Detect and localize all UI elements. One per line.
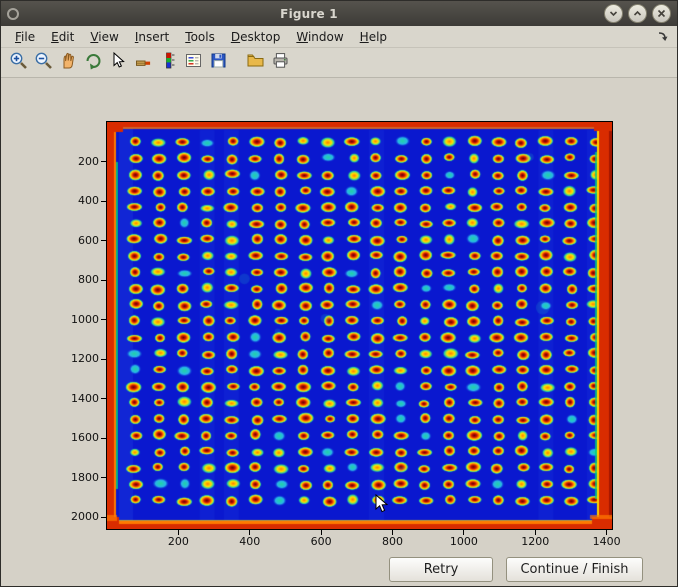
menu-tools[interactable]: Tools [177,27,223,47]
menu-insert[interactable]: Insert [127,27,177,47]
y-tick-label: 1400 [53,392,99,405]
brush-button[interactable] [131,50,156,76]
open-folder-icon [246,51,265,74]
brush-icon [134,51,153,74]
x-tick-label: 1000 [442,535,486,548]
y-tick-mark [101,201,106,202]
rotate-3d-icon [84,51,103,74]
pan-hand-icon [59,51,78,74]
open-folder-button[interactable] [243,50,268,76]
y-tick-label: 600 [53,234,99,247]
zoom-in-icon [9,51,28,74]
window-menu-icon[interactable] [7,8,19,20]
figure-canvas-area: 200 400 600 800 1000 1200 1400 1600 1800 2000 200 4… [1,78,677,587]
axes-plot: 2004006008001000120014001600180020002004… [106,121,613,530]
y-tick-mark [101,319,106,320]
x-tick-label: 1200 [513,535,557,548]
window-title: Figure 1 [19,7,599,21]
x-tick-label: 600 [299,535,343,548]
retry-button[interactable]: Retry [389,557,493,582]
menu-view[interactable]: View [82,27,126,47]
y-tick-mark [101,280,106,281]
y-tick-label: 800 [53,273,99,286]
chevron-down-icon [609,9,618,18]
menu-file[interactable]: File [7,27,43,47]
rotate-3d-button[interactable] [81,50,106,76]
print-icon [271,51,290,74]
y-tick-label: 400 [53,194,99,207]
x-tick-label: 1400 [585,535,629,548]
continue-finish-button[interactable]: Continue / Finish [506,557,643,582]
y-tick-mark [101,161,106,162]
y-tick-mark [101,477,106,478]
zoom-out-button[interactable] [31,50,56,76]
menu-help[interactable]: Help [352,27,395,47]
chevron-up-icon [633,9,642,18]
data-cursor-button[interactable] [106,50,131,76]
zoom-out-icon [34,51,53,74]
data-cursor-icon [109,51,128,74]
colorbar-button[interactable] [156,50,181,76]
legend-icon [184,51,203,74]
y-tick-label: 1000 [53,313,99,326]
figure-toolbar [1,48,677,78]
y-tick-mark [101,398,106,399]
y-tick-mark [101,517,106,518]
print-button[interactable] [268,50,293,76]
figure-window: Figure 1 FileEditViewInsertToolsDesktopW… [0,0,678,587]
save-button[interactable] [206,50,231,76]
menu-desktop[interactable]: Desktop [223,27,289,47]
x-tick-label: 400 [228,535,272,548]
shade-button[interactable] [604,4,623,23]
close-button[interactable] [652,4,671,23]
y-tick-label: 1200 [53,352,99,365]
menubar: FileEditViewInsertToolsDesktopWindowHelp [1,26,677,48]
microarray-canvas[interactable] [107,122,612,529]
zoom-in-button[interactable] [6,50,31,76]
colorbar-icon [159,51,178,74]
x-tick-label: 200 [156,535,200,548]
legend-button[interactable] [181,50,206,76]
y-tick-label: 2000 [53,510,99,523]
y-tick-label: 1600 [53,431,99,444]
pan-hand-button[interactable] [56,50,81,76]
y-tick-label: 1800 [53,471,99,484]
y-tick-label: 200 [53,155,99,168]
close-icon [657,9,666,18]
y-tick-mark [101,359,106,360]
y-tick-mark [101,438,106,439]
save-icon [209,51,228,74]
menu-window[interactable]: Window [288,27,351,47]
x-tick-label: 800 [371,535,415,548]
menu-edit[interactable]: Edit [43,27,82,47]
y-tick-mark [101,240,106,241]
titlebar[interactable]: Figure 1 [1,1,677,26]
maximize-button[interactable] [628,4,647,23]
menu-overflow-arrow-icon[interactable] [657,30,669,45]
